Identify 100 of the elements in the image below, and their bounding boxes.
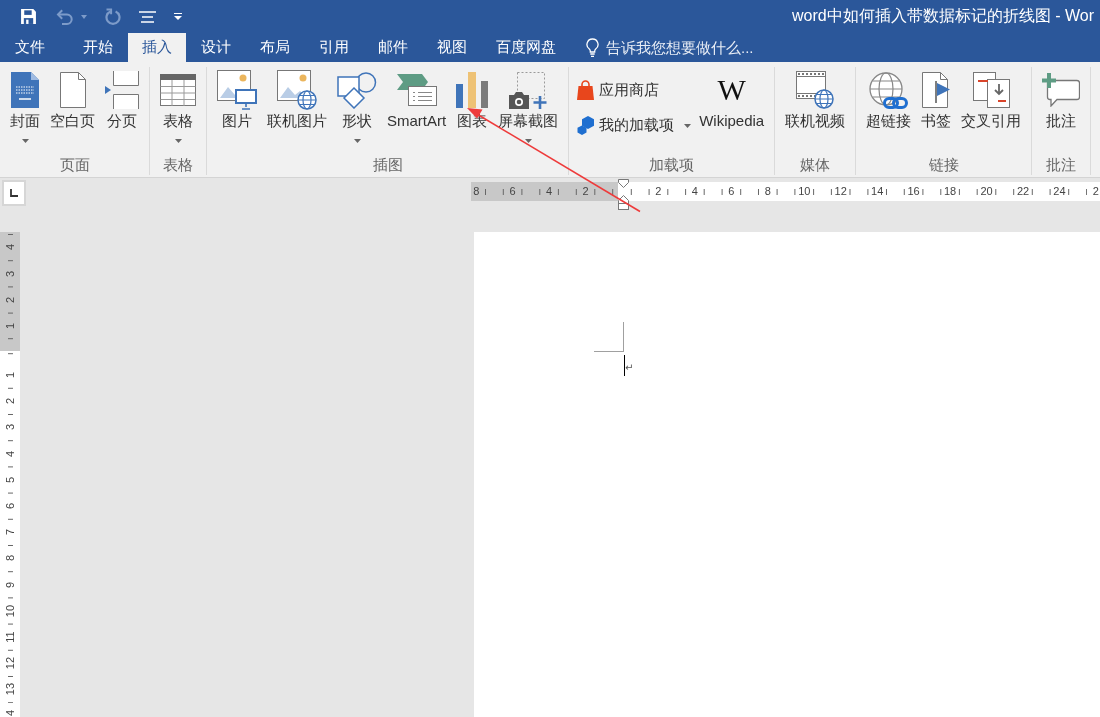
ruler-number: 2	[655, 184, 662, 199]
blank-page-icon	[59, 72, 86, 108]
ruler-number: 4	[3, 710, 17, 717]
ruler-number: 8	[3, 555, 17, 562]
ruler-number: 3	[3, 270, 17, 277]
save-icon[interactable]	[20, 8, 37, 25]
bookmark-button[interactable]: 书签	[916, 67, 957, 132]
paragraph-mark: ↵	[625, 362, 634, 373]
ruler-number: 24	[1053, 184, 1066, 199]
letter-w-icon: W	[717, 75, 746, 105]
smartart-button[interactable]: SmartArt	[382, 67, 452, 132]
ribbon-tab[interactable]: 引用	[305, 33, 363, 62]
ribbon-tab[interactable]: 邮件	[364, 33, 422, 62]
shapes-icon	[337, 71, 377, 109]
ruler-number: 10	[3, 604, 17, 617]
group-label: 加载项	[649, 155, 695, 175]
left-indent-handle[interactable]	[618, 195, 629, 210]
ruler-number: 2	[3, 296, 17, 303]
ruler-number: 1	[3, 322, 17, 330]
ruler-number: 1	[3, 371, 17, 379]
group-label: 媒体	[800, 155, 831, 175]
cubes-icon	[577, 116, 595, 135]
ruler-number: 13	[3, 683, 17, 696]
online-video-button[interactable]: 联机视频	[780, 67, 851, 132]
ruler-number: 12	[834, 184, 847, 199]
ruler-number: 3	[3, 424, 17, 431]
ruler-number: 20	[980, 184, 993, 199]
my-add-ins-button[interactable]: 我的加载项	[574, 114, 695, 137]
page-break-icon	[105, 71, 139, 109]
left-tab-icon	[10, 189, 18, 197]
comment-button[interactable]: 批注	[1037, 67, 1086, 132]
ruler-number: 5	[3, 476, 17, 483]
chart-button[interactable]: 图表	[451, 67, 494, 132]
blank-page-button[interactable]: 空白页	[45, 67, 100, 132]
ruler-number: 4	[546, 184, 553, 199]
ruler-number: 10	[798, 184, 811, 199]
ribbon-tab[interactable]: 文件	[0, 33, 68, 62]
cross-reference-button[interactable]: 交叉引用	[956, 67, 1027, 132]
ruler-number: 6	[509, 184, 516, 199]
table-button[interactable]: 表格	[155, 67, 201, 145]
camera-frame-icon	[509, 71, 548, 109]
ruler-number: 8	[473, 184, 480, 199]
ruler-number: 18	[943, 184, 957, 199]
caret-icon[interactable]	[81, 14, 87, 19]
ruler-number: 7	[3, 529, 17, 536]
lines-icon[interactable]	[139, 10, 156, 23]
group-label: 批注	[1046, 155, 1077, 175]
group-label: 插图	[372, 155, 403, 175]
ruler-number: 2	[582, 184, 589, 199]
comment-plus-icon	[1042, 73, 1081, 107]
film-globe-icon	[796, 71, 835, 109]
filled-page-icon	[11, 72, 39, 108]
ruler-number: 2	[1092, 184, 1099, 199]
group-label: 页面	[59, 155, 90, 175]
online-pictures-button[interactable]: 联机图片	[262, 67, 332, 132]
window-title: word中如何插入带数据标记的折线图 - Wor	[792, 6, 1094, 26]
bar-chart-icon	[456, 72, 489, 108]
ribbon-tab[interactable]: 开始	[69, 33, 127, 62]
table-icon	[160, 74, 196, 106]
cover-page-button[interactable]: 封面	[5, 67, 45, 145]
globe-link-icon	[869, 71, 909, 109]
group-label: 链接	[928, 155, 959, 175]
hyperlink-button[interactable]: 超链接	[861, 67, 917, 132]
ruler-number: 4	[691, 184, 698, 199]
ruler-number: 2	[3, 398, 17, 405]
ruler-number: 16	[907, 184, 920, 199]
ruler-number: 14	[871, 184, 884, 199]
shopping-bag-icon	[577, 80, 595, 100]
tab-stop-selector[interactable]	[2, 180, 26, 206]
ruler-number: 11	[3, 631, 17, 643]
ruler-number: 22	[1016, 184, 1030, 199]
picture-icon	[217, 70, 257, 110]
chevron-list-icon	[396, 74, 437, 106]
ruler-number: 8	[764, 184, 771, 199]
ribbon-tab[interactable]: 布局	[246, 33, 304, 62]
lightbulb-icon	[586, 38, 599, 57]
document-page[interactable]: ↵	[474, 232, 1100, 717]
customize-caret-icon[interactable]	[174, 13, 182, 20]
pages-arrow-icon	[972, 72, 1010, 108]
wikipedia-button[interactable]: W Wikipedia	[694, 67, 770, 132]
ruler-number: 12	[3, 657, 17, 670]
text-cursor	[624, 355, 625, 376]
ruler-number: 6	[728, 184, 735, 199]
margin-corner-mark	[594, 322, 624, 352]
ruler-number: 4	[3, 450, 17, 457]
ribbon-tab[interactable]: 插入	[128, 33, 186, 62]
bookmark-icon	[922, 72, 951, 108]
store-button[interactable]: 应用商店	[574, 78, 695, 102]
shapes-button[interactable]: 形状	[332, 67, 382, 145]
group-label: 表格	[163, 155, 193, 175]
ribbon-tab[interactable]: 视图	[423, 33, 481, 62]
ruler-number: 4	[3, 244, 17, 251]
screenshot-button[interactable]: 屏幕截图	[493, 67, 564, 145]
picture-globe-icon	[277, 70, 317, 110]
page-break-button[interactable]: 分页	[100, 67, 144, 132]
ribbon-tab[interactable]: 百度网盘	[482, 33, 570, 62]
tell-me-field[interactable]: 告诉我您想要做什么...	[606, 36, 778, 59]
ribbon-tab[interactable]: 设计	[187, 33, 245, 62]
ruler-number: 6	[3, 502, 17, 510]
pictures-button[interactable]: 图片	[212, 67, 262, 132]
